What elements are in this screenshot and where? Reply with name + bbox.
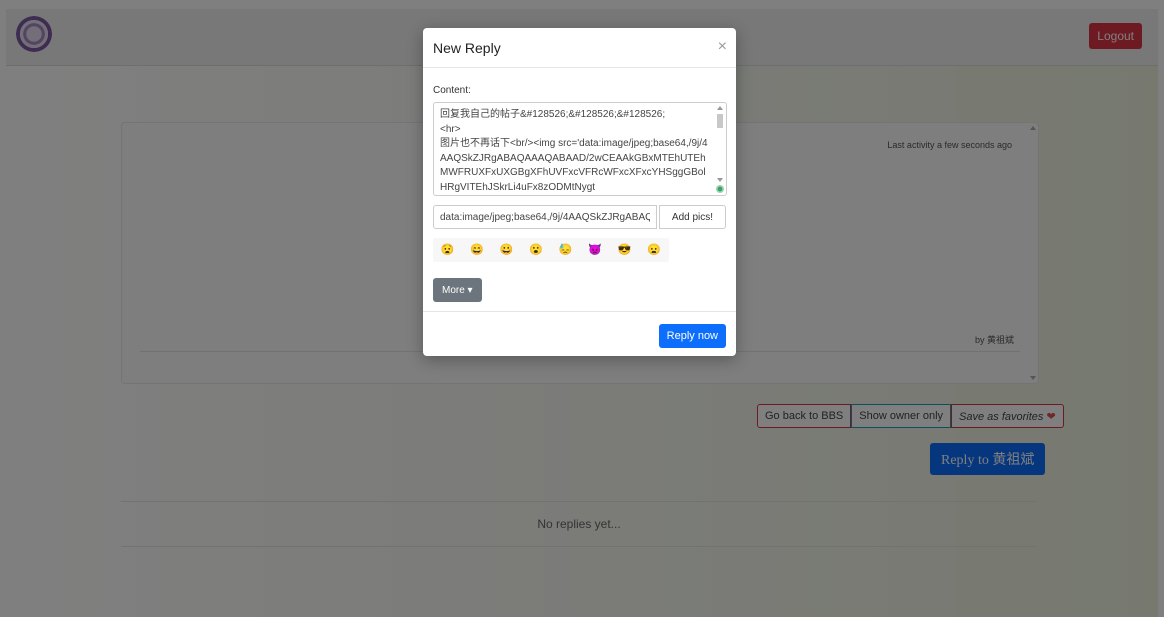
emoji-picker: 😧 😄 😀 😮 😓 👿 😎 😦	[433, 238, 669, 262]
textarea-resize-icon[interactable]	[716, 185, 724, 193]
pic-url-input[interactable]	[433, 205, 657, 229]
emoji-sunglasses-icon[interactable]: 😎	[618, 243, 632, 257]
emoji-surprised-icon[interactable]: 😮	[529, 243, 543, 257]
emoji-frowning-icon[interactable]: 😦	[647, 243, 661, 257]
emoji-devil-icon[interactable]: 👿	[588, 243, 602, 257]
content-textarea[interactable]: 回复我自己的帖子&#128526;&#128526;&#128526; <hr>…	[433, 102, 727, 196]
content-text[interactable]: 回复我自己的帖子&#128526;&#128526;&#128526; <hr>…	[440, 108, 710, 195]
content-label: Content:	[433, 85, 471, 96]
more-dropdown-button[interactable]: More ▾	[433, 278, 482, 302]
scroll-down-icon[interactable]	[717, 178, 723, 182]
textarea-scrollbar[interactable]	[716, 106, 724, 192]
reply-now-button[interactable]: Reply now	[658, 324, 726, 348]
new-reply-modal: New Reply × Content: 回复我自己的帖子&#128526;&#…	[423, 28, 736, 356]
scrollbar-thumb[interactable]	[717, 114, 723, 128]
close-icon[interactable]: ×	[718, 39, 727, 55]
scroll-up-icon[interactable]	[717, 106, 723, 110]
emoji-smile-icon[interactable]: 😄	[470, 243, 484, 257]
modal-header: New Reply ×	[423, 28, 736, 68]
modal-footer: Reply now	[423, 311, 736, 357]
add-pics-button[interactable]: Add pics!	[659, 205, 726, 229]
modal-title: New Reply	[433, 40, 501, 56]
emoji-sweat-icon[interactable]: 😓	[559, 243, 573, 257]
emoji-grin-icon[interactable]: 😀	[500, 243, 514, 257]
emoji-anguished-icon[interactable]: 😧	[441, 243, 455, 257]
